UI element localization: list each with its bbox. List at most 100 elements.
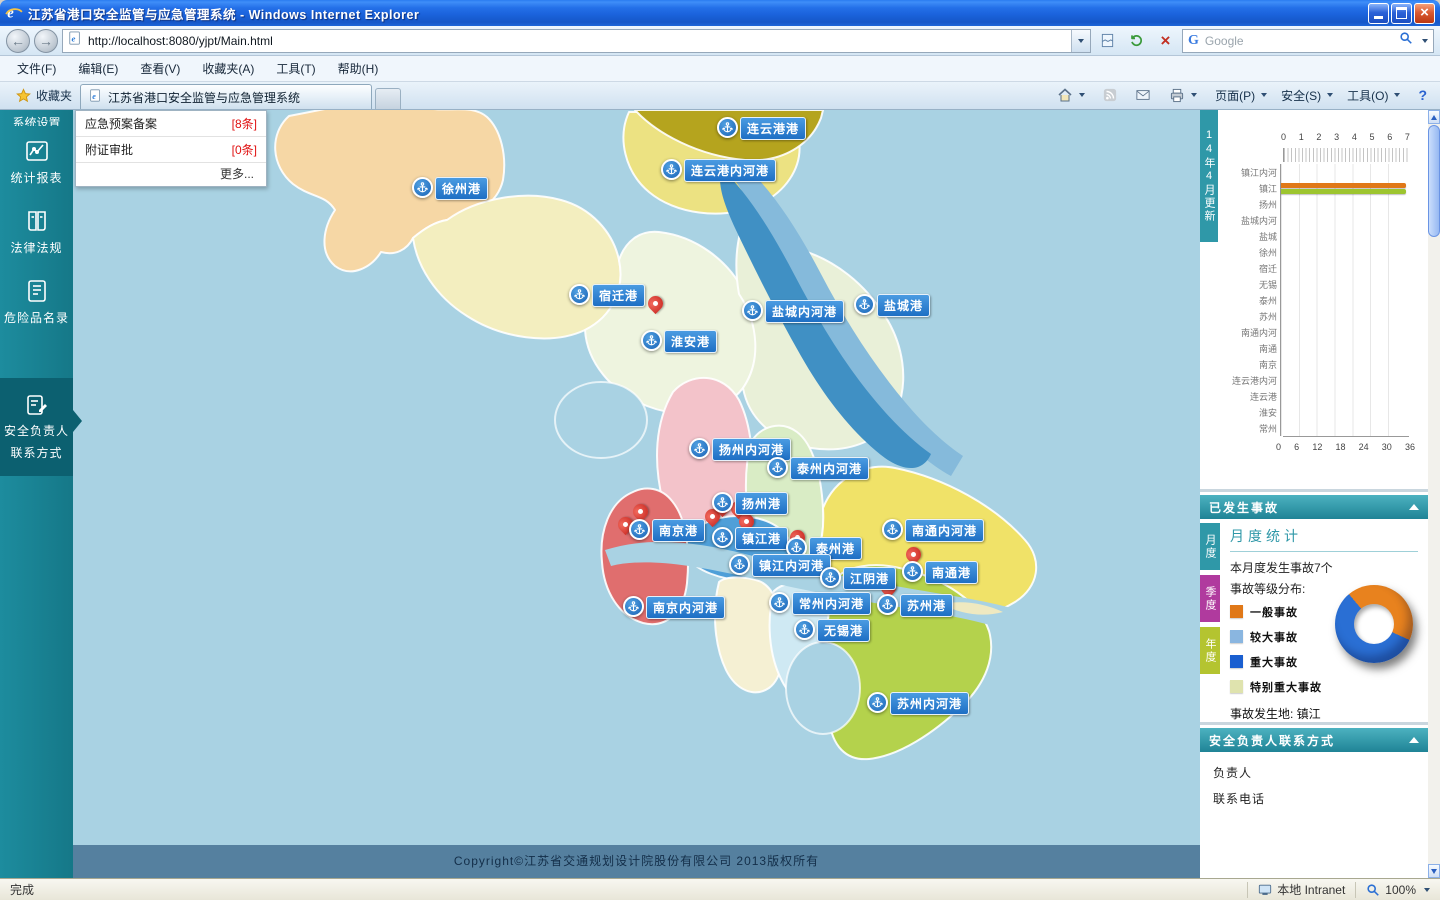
- contact-row-负责人[interactable]: 负责人: [1200, 760, 1428, 786]
- tab-favicon-icon: e: [89, 89, 102, 105]
- collapse-icon[interactable]: [1409, 737, 1419, 743]
- print-button[interactable]: [1164, 84, 1202, 106]
- compatibility-view-button[interactable]: [1095, 29, 1120, 53]
- map-pin-icon[interactable]: [645, 293, 666, 314]
- chevron-down-icon: [1327, 93, 1333, 97]
- address-dropdown-button[interactable]: [1071, 30, 1090, 52]
- quick-panel-row[interactable]: 附证审批[0条]: [76, 137, 266, 163]
- chart-row: 连云港: [1200, 388, 1409, 404]
- legend-swatch: [1230, 605, 1243, 618]
- minimize-button[interactable]: [1368, 3, 1389, 24]
- axis-tick-label: 6: [1294, 442, 1299, 452]
- refresh-button[interactable]: [1124, 29, 1149, 53]
- stop-button[interactable]: [1153, 29, 1178, 53]
- command-button-页面(P)[interactable]: 页面(P): [1210, 84, 1272, 106]
- region-suqian: [413, 196, 621, 339]
- chart-category-label: 宿迁: [1200, 262, 1280, 275]
- port-label: 南通内河港: [905, 519, 984, 542]
- chart-track: [1280, 260, 1406, 276]
- port-label: 宿迁港: [592, 284, 645, 307]
- sidebar-item-contacts[interactable]: 安全负责人 联系方式: [0, 378, 73, 476]
- sidebar-item-法律法规[interactable]: 法律法规: [0, 196, 73, 266]
- menu-item-工具(T)[interactable]: 工具(T): [265, 56, 326, 81]
- anchor-icon: [412, 177, 433, 198]
- search-box[interactable]: G Google: [1182, 29, 1434, 53]
- collapse-icon[interactable]: [1409, 504, 1419, 510]
- close-button[interactable]: [1414, 3, 1435, 24]
- page-content: 系统设置 统计报表法律法规危险品名录 安全负责人 联系方式: [0, 110, 1440, 878]
- chart-category-label: 常州: [1200, 422, 1280, 435]
- quick-panel-count: [8条]: [232, 115, 257, 132]
- tab-季度[interactable]: 季度: [1200, 575, 1220, 622]
- chart-track: [1280, 228, 1406, 244]
- quick-panel-more-link[interactable]: 更多...: [76, 163, 266, 186]
- search-magnifier-icon[interactable]: [1399, 31, 1413, 50]
- map-canvas[interactable]: 应急预案备案[8条]附证审批[0条] 更多... 连云港港连云港内河港徐州港宿迁…: [73, 110, 1200, 845]
- close-icon: [1420, 4, 1429, 22]
- axis-tick-label: 1: [1299, 132, 1304, 142]
- chart-tick-strip: [1283, 148, 1410, 162]
- command-button-安全(S)[interactable]: 安全(S): [1276, 84, 1338, 106]
- chart-row: 徐州: [1200, 244, 1409, 260]
- menu-item-收藏夹(A)[interactable]: 收藏夹(A): [191, 56, 265, 81]
- menu-item-查看(V)[interactable]: 查看(V): [129, 56, 191, 81]
- sidebar-item-统计报表[interactable]: 统计报表: [0, 126, 73, 196]
- accidents-header[interactable]: 已发生事故: [1200, 495, 1428, 519]
- scroll-up-button[interactable]: [1428, 110, 1440, 124]
- sidebar-item-settings[interactable]: 系统设置: [0, 110, 73, 126]
- zoom-control[interactable]: 100%: [1355, 882, 1440, 898]
- quick-panel-row[interactable]: 应急预案备案[8条]: [76, 111, 266, 137]
- quick-panel: 应急预案备案[8条]附证审批[0条] 更多...: [75, 110, 267, 187]
- search-dropdown-icon[interactable]: [1422, 39, 1428, 43]
- chart-bar: [1281, 183, 1406, 188]
- browser-tab[interactable]: e 江苏省港口安全监管与应急管理系统: [80, 84, 372, 109]
- port-stats-chart: 14年4月更新 01234567 镇江内河镇江扬州盐城内河盐城徐州宿迁无锡泰州苏…: [1200, 110, 1428, 492]
- menu-bar: 文件(F)编辑(E)查看(V)收藏夹(A)工具(T)帮助(H): [0, 56, 1440, 82]
- maximize-button[interactable]: [1391, 3, 1412, 24]
- forward-button[interactable]: →: [34, 29, 58, 53]
- contacts-header[interactable]: 安全负责人联系方式: [1200, 728, 1428, 752]
- command-button-工具(O)[interactable]: 工具(O): [1342, 84, 1405, 106]
- address-toolbar: ← → e http://localhost:8080/yjpt/Main.ht…: [0, 26, 1440, 56]
- new-tab-stub[interactable]: [375, 88, 401, 109]
- sidebar-item-危险品名录[interactable]: 危险品名录: [0, 266, 73, 336]
- address-bar[interactable]: e http://localhost:8080/yjpt/Main.html: [62, 29, 1091, 53]
- printer-icon: [1169, 88, 1185, 103]
- port-label: 苏州内河港: [890, 692, 969, 715]
- axis-tick-label: 2: [1316, 132, 1321, 142]
- tab-年度[interactable]: 年度: [1200, 627, 1220, 674]
- vertical-scrollbar[interactable]: [1428, 110, 1440, 878]
- axis-tick-label: 0: [1276, 442, 1281, 452]
- help-button[interactable]: ?: [1413, 84, 1432, 106]
- lake-hongze: [555, 382, 647, 458]
- contact-icon: [24, 392, 50, 418]
- scrollbar-thumb[interactable]: [1428, 125, 1440, 237]
- read-mail-button[interactable]: [1130, 84, 1156, 106]
- home-button[interactable]: [1052, 84, 1090, 106]
- menu-item-文件(F)[interactable]: 文件(F): [6, 56, 67, 81]
- chart-category-label: 镇江内河: [1200, 166, 1280, 179]
- contact-row-联系电话[interactable]: 联系电话: [1200, 786, 1428, 812]
- command-buttons: 页面(P)安全(S)工具(O): [1210, 84, 1405, 106]
- window-title: 江苏省港口安全监管与应急管理系统 - Windows Internet Expl…: [23, 4, 419, 23]
- chevron-down-icon: [1079, 93, 1085, 97]
- mail-icon: [1135, 88, 1151, 102]
- menu-item-编辑(E)[interactable]: 编辑(E): [67, 56, 129, 81]
- port-label: 苏州港: [900, 594, 953, 617]
- chart-bar: [1281, 189, 1406, 194]
- right-panel: 14年4月更新 01234567 镇江内河镇江扬州盐城内河盐城徐州宿迁无锡泰州苏…: [1200, 110, 1428, 878]
- menu-item-帮助(H)[interactable]: 帮助(H): [327, 56, 390, 81]
- chart-category-label: 镇江: [1200, 182, 1280, 195]
- chart-category-label: 淮安: [1200, 406, 1280, 419]
- scroll-down-button[interactable]: [1428, 864, 1440, 878]
- legend-item: 特别重大事故: [1230, 674, 1322, 699]
- ie-logo-icon: e: [5, 4, 23, 22]
- back-button[interactable]: ←: [6, 29, 30, 53]
- sidebar-nav: 系统设置 统计报表法律法规危险品名录 安全负责人 联系方式: [0, 110, 73, 878]
- feeds-button[interactable]: [1098, 84, 1122, 106]
- chart-row: 淮安: [1200, 404, 1409, 420]
- tab-月度[interactable]: 月度: [1200, 523, 1220, 570]
- rss-icon: [1103, 88, 1117, 102]
- tab-toolbar: 收藏夹 e 江苏省港口安全监管与应急管理系统 页面(P)安全(S)工具(O) ?: [0, 82, 1440, 110]
- favorites-button[interactable]: 收藏夹: [8, 84, 80, 106]
